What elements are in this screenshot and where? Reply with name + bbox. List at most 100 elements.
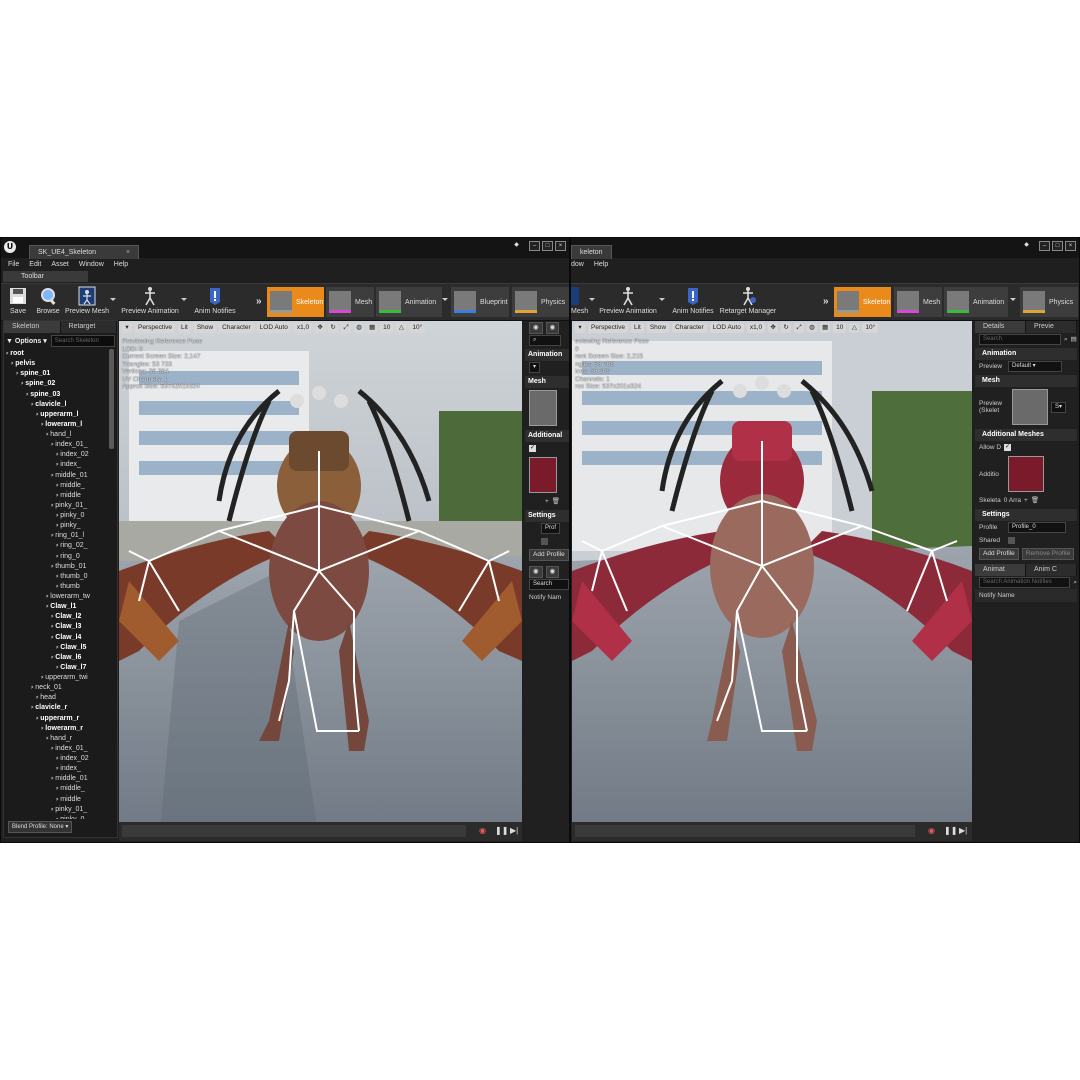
mode-mesh[interactable]: Mesh xyxy=(326,287,374,317)
animation-dropdown-icon[interactable] xyxy=(442,298,448,301)
bone-row[interactable]: ⸗ ring_0 xyxy=(6,552,107,562)
bone-row[interactable]: ⸗ pinky_ xyxy=(6,521,107,531)
preview-mesh-dropdown-icon[interactable] xyxy=(589,298,595,301)
bone-row[interactable]: ⸗ lowerarm_l xyxy=(6,420,107,430)
profile-field[interactable]: Profile_0 xyxy=(1008,522,1066,533)
bone-row[interactable]: ⸗ Claw_l6 xyxy=(6,653,107,663)
bone-row[interactable]: ⸗ lowerarm_tw xyxy=(6,592,107,602)
shared-checkbox[interactable] xyxy=(1008,537,1015,544)
world-icon[interactable]: ◍ xyxy=(807,322,818,333)
bone-row[interactable]: ⸗ Claw_l3 xyxy=(6,622,107,632)
perspective-button[interactable]: Perspective xyxy=(588,322,628,333)
show-button[interactable]: Show xyxy=(646,322,670,333)
mode-skeleton[interactable]: Skeleton xyxy=(267,287,324,317)
animation-dropdown-icon[interactable] xyxy=(1010,298,1016,301)
search-icon[interactable]: ⌕ xyxy=(529,335,561,346)
close-window-icon[interactable]: × xyxy=(1065,241,1076,251)
bone-row[interactable]: ⸗ neck_01 xyxy=(6,683,107,693)
mode-physics[interactable]: Physics xyxy=(512,287,569,317)
delete-icon[interactable]: 🗑 xyxy=(1031,494,1039,507)
bone-row[interactable]: ⸗ index_02 xyxy=(6,450,107,460)
more-chevron-icon[interactable]: » xyxy=(823,296,829,307)
settings-header[interactable]: Settings xyxy=(975,509,1077,521)
feedback-icon[interactable]: ◆ xyxy=(1022,241,1031,249)
preview-animation-field[interactable]: ▾ xyxy=(529,362,541,373)
pause-icon[interactable]: ❚❚ xyxy=(944,826,957,835)
tree-scrollbar[interactable] xyxy=(109,349,114,449)
angle-size[interactable]: 10° xyxy=(862,322,879,333)
mesh-header[interactable]: Mesh xyxy=(975,375,1077,387)
bone-row[interactable]: ⸗ middle xyxy=(6,795,107,805)
bone-row[interactable]: ⸗ lowerarm_r xyxy=(6,724,107,734)
bone-row[interactable]: ⸗ index_ xyxy=(6,764,107,774)
bone-row[interactable]: ⸗ thumb xyxy=(6,582,107,592)
search-icon[interactable]: ⌕ xyxy=(1073,576,1077,589)
bone-row[interactable]: ⸗ Claw_l1 xyxy=(6,602,107,612)
additional-mesh-thumbnail[interactable] xyxy=(529,457,557,493)
angle-snap-icon[interactable]: △ xyxy=(849,322,860,333)
rotate-icon[interactable]: ↻ xyxy=(781,322,792,333)
grid-size[interactable]: 10 xyxy=(833,322,847,333)
bone-row[interactable]: ⸗ upperarm_l xyxy=(6,410,107,420)
mode-mesh[interactable]: Mesh xyxy=(894,287,942,317)
animation-header[interactable]: Animation xyxy=(525,349,569,361)
record-icon[interactable]: ◉ xyxy=(479,826,486,835)
toolbar-tab[interactable]: Toolbar xyxy=(3,271,88,282)
playback-speed-button[interactable]: x1,0 xyxy=(746,322,766,333)
minimize-icon[interactable]: – xyxy=(529,241,540,251)
bone-row[interactable]: ⸗ index_02 xyxy=(6,754,107,764)
menu-edit[interactable]: Edit xyxy=(29,259,41,271)
bone-row[interactable]: ⸗ upperarm_twi xyxy=(6,673,107,683)
pause-icon[interactable]: ❚❚ xyxy=(495,826,508,835)
bone-row[interactable]: ⸗ clavicle_l xyxy=(6,400,107,410)
preview-mesh-button[interactable]: Mesh xyxy=(571,286,588,318)
preview-tab[interactable]: ◉ xyxy=(545,321,560,334)
skeleton-search-input[interactable]: Search Skeleton xyxy=(50,334,115,347)
tab-skeleton[interactable]: Skeleton xyxy=(4,321,60,333)
menu-window[interactable]: dow xyxy=(571,259,584,271)
record-icon[interactable]: ◉ xyxy=(928,826,935,835)
tab-preview[interactable]: Previe xyxy=(1026,321,1076,333)
bone-row[interactable]: ⸗ ring_01_l xyxy=(6,531,107,541)
notify-search-input[interactable]: Search xyxy=(529,579,569,590)
bone-row[interactable]: ⸗ index_ xyxy=(6,460,107,470)
tab-details[interactable]: Details xyxy=(975,321,1025,333)
angle-snap-icon[interactable]: △ xyxy=(396,322,407,333)
bone-row[interactable]: ⸗ middle_ xyxy=(6,481,107,491)
bone-row[interactable]: ⸗ middle xyxy=(6,491,107,501)
bone-row[interactable]: ⸗ head xyxy=(6,693,107,703)
bone-row[interactable]: ⸗ clavicle_r xyxy=(6,703,107,713)
bone-row[interactable]: ⸗ pinky_01_ xyxy=(6,805,107,815)
preview-animation-dropdown-icon[interactable] xyxy=(181,298,187,301)
bone-row[interactable]: ⸗ spine_02 xyxy=(6,379,107,389)
preview-mesh-dropdown-icon[interactable] xyxy=(110,298,116,301)
lit-button[interactable]: Lit xyxy=(630,322,644,333)
save-button[interactable]: Save xyxy=(6,286,30,318)
details-tab[interactable]: ◉ xyxy=(529,321,543,334)
more-chevron-icon[interactable]: » xyxy=(256,296,262,307)
step-forward-icon[interactable]: ▶| xyxy=(510,826,518,835)
character-button[interactable]: Character xyxy=(672,322,707,333)
menu-file[interactable]: File xyxy=(8,259,19,271)
bone-row[interactable]: ⸗ middle_ xyxy=(6,784,107,794)
anim-notifies-button[interactable]: Anim Notifies xyxy=(193,286,237,318)
translate-icon[interactable]: ✥ xyxy=(315,322,326,333)
timeline-scrubber[interactable] xyxy=(122,825,466,837)
bone-row[interactable]: ⸗ spine_01 xyxy=(6,369,107,379)
viewport[interactable]: ▾ Perspective Lit Show Character LOD Aut… xyxy=(119,321,522,841)
bone-row[interactable]: ⸗ hand_r xyxy=(6,734,107,744)
bone-row[interactable]: ⸗ spine_03 xyxy=(6,390,107,400)
bone-row[interactable]: ⸗ Claw_l7 xyxy=(6,663,107,673)
bone-row[interactable]: ⸗ Claw_l5 xyxy=(6,643,107,653)
delete-icon[interactable]: 🗑 xyxy=(552,495,560,508)
perspective-button[interactable]: Perspective xyxy=(135,322,175,333)
scale-icon[interactable]: ⤢ xyxy=(341,322,352,333)
angle-size[interactable]: 10° xyxy=(409,322,426,333)
add-icon[interactable]: + xyxy=(545,495,549,508)
grid-size[interactable]: 10 xyxy=(380,322,394,333)
close-window-icon[interactable]: × xyxy=(555,241,566,251)
additional-meshes-header[interactable]: Additional xyxy=(525,430,569,442)
translate-icon[interactable]: ✥ xyxy=(768,322,779,333)
preview-animation-button[interactable]: Preview Animation xyxy=(121,286,179,318)
asset-tab[interactable]: keleton xyxy=(571,245,612,259)
